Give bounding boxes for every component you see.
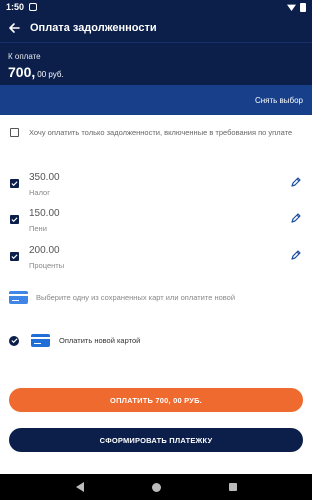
edit-pencil-icon[interactable]	[290, 249, 302, 261]
debt-item-interest[interactable]: 200.00 Проценты	[10, 245, 304, 273]
edit-pencil-icon[interactable]	[290, 212, 302, 224]
debt-item-checkbox[interactable]	[10, 252, 19, 261]
form-payment-order-button[interactable]: СФОРМИРОВАТЬ ПЛАТЕЖКУ	[9, 428, 303, 452]
pay-button[interactable]: ОПЛАТИТЬ 700, 00 РУБ.	[9, 388, 303, 412]
to-pay-label: К оплате	[8, 52, 41, 61]
debt-item-kind: Налог	[29, 188, 50, 197]
nav-home-icon[interactable]	[151, 482, 161, 492]
payment-summary: К оплате 700, 00 руб.	[0, 42, 312, 85]
clear-selection-button[interactable]: Снять выбор	[255, 96, 303, 105]
app-bar: Оплата задолженности	[0, 14, 312, 42]
page-title: Оплата задолженности	[30, 22, 157, 34]
credit-card-icon	[31, 334, 50, 347]
nav-recent-apps-icon[interactable]	[228, 483, 237, 491]
wifi-icon	[287, 4, 296, 11]
notification-icon	[29, 3, 38, 11]
status-bar: 1:50	[0, 0, 312, 14]
saved-cards-text: Выберите одну из сохраненных карт или оп…	[36, 293, 236, 302]
total-amount-main: 700,	[8, 64, 36, 80]
only-debt-checkbox[interactable]	[10, 128, 19, 137]
debt-item-tax[interactable]: 350.00 Налог	[10, 172, 304, 200]
debt-item-kind: Проценты	[29, 261, 65, 270]
credit-card-icon	[9, 291, 28, 304]
debt-item-kind: Пени	[29, 224, 47, 233]
battery-icon	[300, 2, 306, 12]
new-card-option[interactable]: Оплатить новой картой	[9, 334, 303, 347]
debt-item-checkbox[interactable]	[10, 215, 19, 224]
status-time: 1:50	[6, 2, 25, 12]
back-arrow-icon[interactable]	[0, 22, 28, 34]
new-card-label: Оплатить новой картой	[59, 336, 141, 345]
edit-pencil-icon[interactable]	[290, 176, 302, 188]
total-amount-rest: 00 руб.	[37, 70, 64, 79]
selection-bar: Снять выбор	[0, 85, 312, 115]
total-amount: 700, 00 руб.	[8, 64, 304, 82]
only-debt-label: Хочу оплатить только задолженности, вклю…	[29, 128, 293, 137]
debt-item-amount: 150.00	[29, 208, 60, 219]
debt-item-amount: 350.00	[29, 172, 60, 183]
only-debt-option[interactable]: Хочу оплатить только задолженности, вклю…	[10, 128, 304, 137]
new-card-radio[interactable]	[9, 335, 19, 346]
saved-cards-option[interactable]: Выберите одну из сохраненных карт или оп…	[9, 291, 303, 304]
debt-item-checkbox[interactable]	[10, 179, 19, 188]
debt-item-penalty[interactable]: 150.00 Пени	[10, 208, 304, 236]
nav-back-icon[interactable]	[75, 482, 84, 492]
debt-item-amount: 200.00	[29, 245, 60, 256]
system-nav-bar	[0, 474, 312, 500]
status-icons	[287, 2, 306, 12]
